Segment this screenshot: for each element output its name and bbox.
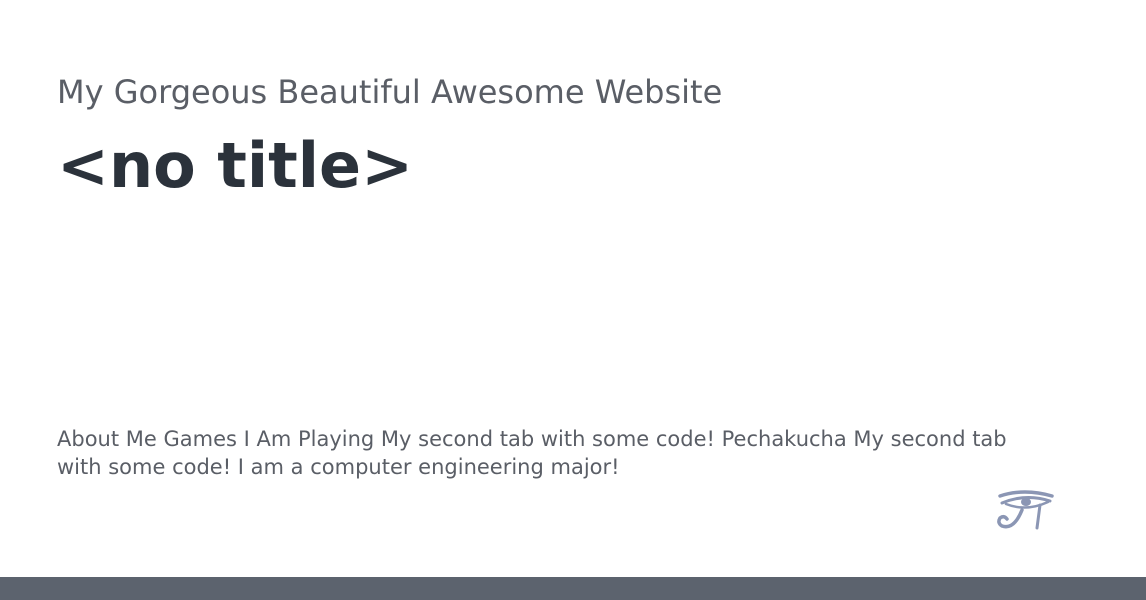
site-name[interactable]: My Gorgeous Beautiful Awesome Website [57, 72, 722, 112]
site-description: About Me Games I Am Playing My second ta… [57, 427, 1007, 479]
page: My Gorgeous Beautiful Awesome Website <n… [0, 0, 1146, 600]
eye-of-horus-icon [996, 490, 1056, 532]
footer-bar [0, 577, 1146, 600]
page-title: <no title> [57, 129, 414, 202]
